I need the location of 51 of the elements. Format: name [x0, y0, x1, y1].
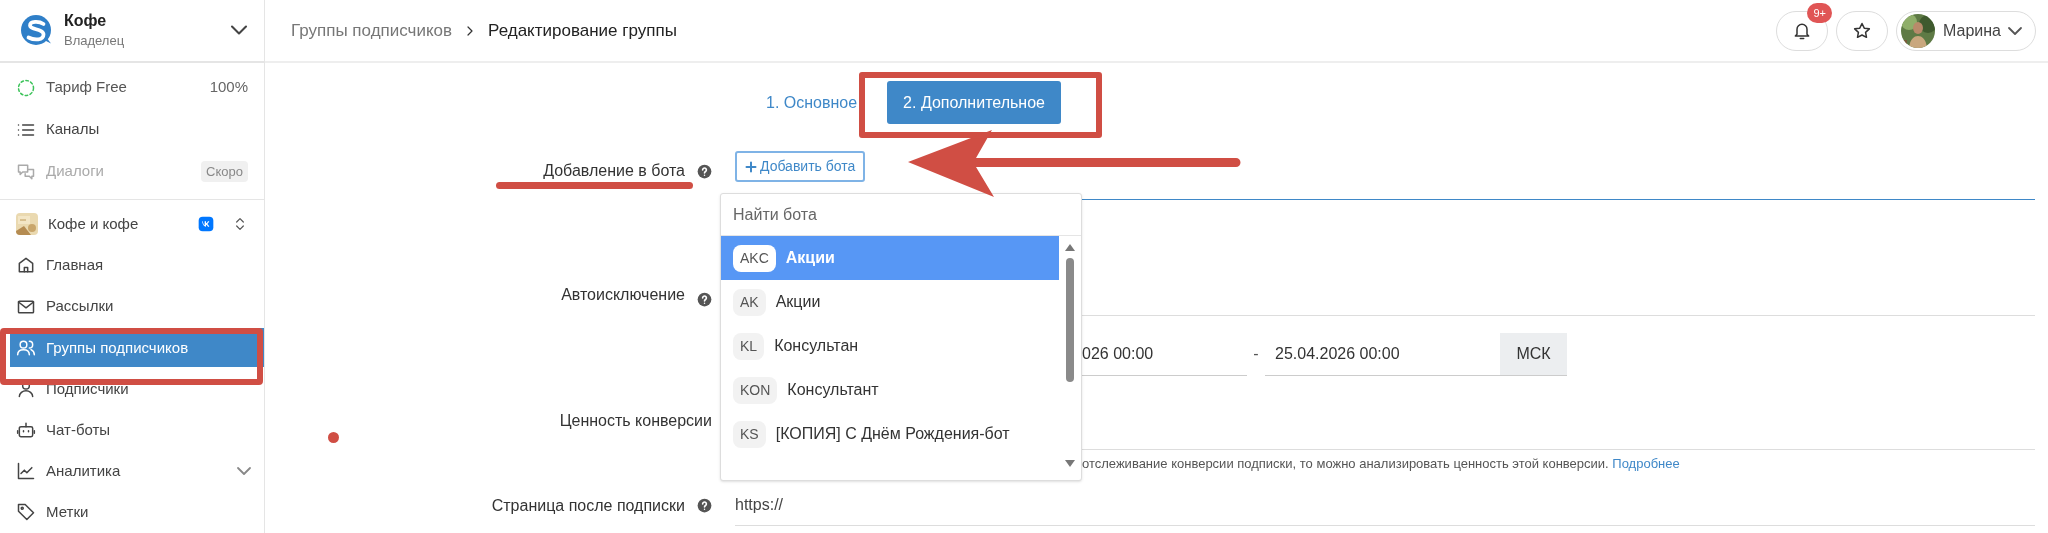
nav-item[interactable]: Чат-боты — [10, 410, 264, 450]
project-selector[interactable]: Кофе и кофе — [0, 203, 264, 245]
step-tab[interactable]: 1. Основное — [750, 81, 874, 124]
nav-item[interactable]: Рассылки — [10, 287, 264, 327]
workspace-name: Кофе — [64, 10, 108, 31]
bot-badge: KL — [733, 332, 765, 360]
add-bot-button[interactable]: Добавить бота — [735, 151, 866, 182]
timezone-label: МСК — [1500, 332, 1567, 376]
range-separator: - — [1252, 344, 1260, 364]
nav-item[interactable]: Аналитика — [10, 451, 264, 491]
hint-text: отслеживание конверсии подписки, то можно анализировать ценность этой конверсии. Подробнее — [1082, 455, 1680, 474]
breadcrumb-link[interactable]: Группы подписчиков — [291, 17, 453, 44]
bot-badge: AKC — [733, 244, 776, 272]
dashed-circle-icon — [16, 77, 36, 98]
bot-option[interactable]: AKC Акции — [721, 236, 1059, 280]
plan-label: Тариф Free — [46, 77, 128, 98]
bot-option[interactable]: KS [КОПИЯ] С Днём Рождения-бот — [721, 412, 1059, 456]
plan-usage: 100% — [209, 77, 248, 98]
chevron-down-icon — [2009, 27, 2021, 34]
url-field[interactable]: https:// — [735, 485, 2035, 526]
notification-badge: 9+ — [1807, 2, 1832, 23]
star-icon — [1852, 20, 1872, 41]
bot-badge: KON — [733, 376, 778, 404]
chevron-down-icon — [232, 26, 246, 35]
plus-icon — [745, 160, 757, 173]
help-icon — [697, 498, 712, 513]
more-link[interactable]: Подробнее — [1612, 456, 1680, 472]
nav-item[interactable]: Каналы — [0, 108, 264, 151]
field-label: Ценность конверсии — [559, 411, 712, 431]
breadcrumb-current: Редактирование группы — [488, 19, 677, 42]
dot-mark — [328, 432, 339, 443]
field-label: Страница после подписки — [491, 495, 685, 516]
bot-badge: KS — [733, 420, 766, 448]
nav-item[interactable]: Главная — [10, 245, 264, 285]
bot-option[interactable]: AK Акции — [721, 280, 1059, 324]
chart-icon — [16, 461, 36, 482]
bot-badge: AK — [733, 288, 766, 316]
nav-item[interactable]: Метки — [10, 492, 264, 533]
help-icon — [697, 163, 712, 179]
chevron-down-icon — [238, 468, 250, 475]
bot-option[interactable]: KON Консультант — [721, 368, 1059, 412]
nav-item[interactable]: Подписчики — [10, 369, 264, 409]
soon-badge: Скоро — [201, 160, 248, 183]
vk-logo-icon — [198, 216, 214, 233]
help-icon — [697, 292, 712, 307]
step-tab[interactable]: 2. Дополнительное — [887, 81, 1061, 124]
field-label: Автоисключение — [561, 285, 685, 305]
workspace-role: Владелец — [64, 31, 126, 50]
field-label: Добавление в бота — [543, 161, 685, 181]
bot-option[interactable]: KL Консультан — [721, 324, 1059, 368]
tag-icon — [16, 502, 36, 523]
